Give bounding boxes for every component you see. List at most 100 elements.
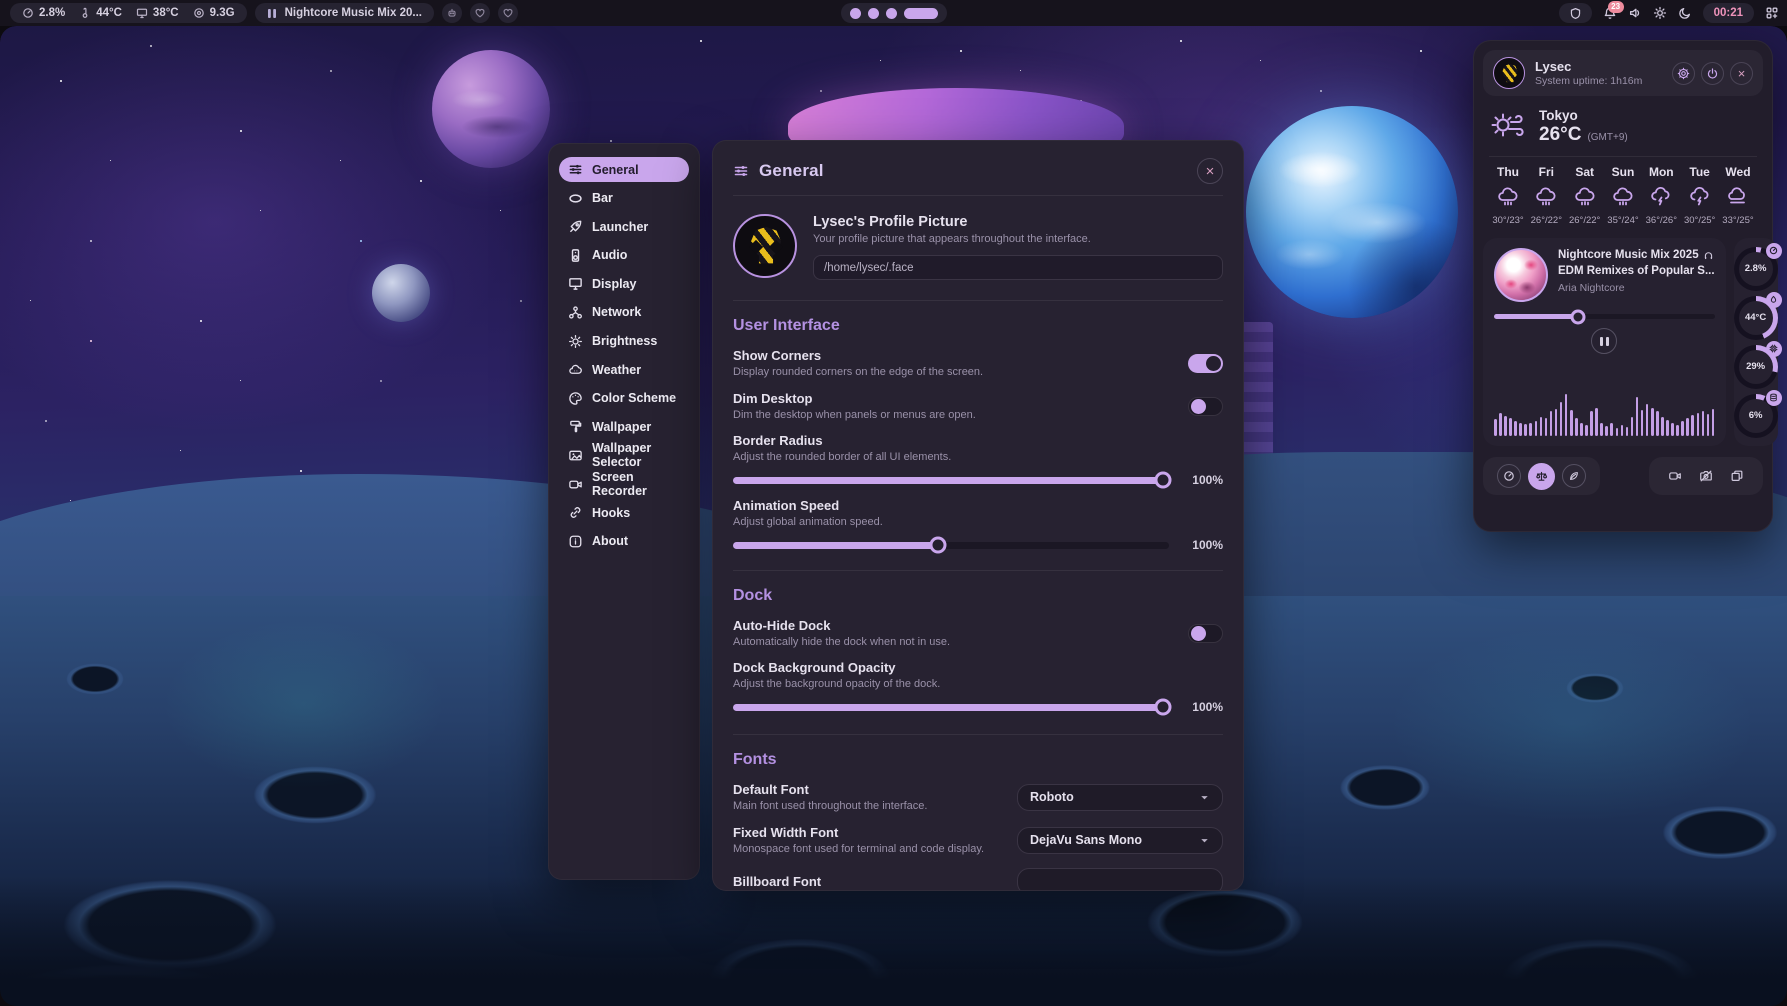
sidebar-item-screen-recorder[interactable]: Screen Recorder	[559, 472, 689, 497]
setting-row-border-radius: Border Radius Adjust the rounded border …	[733, 433, 1223, 463]
close-panel-button[interactable]: ×	[1730, 62, 1753, 85]
slider-knob[interactable]	[1570, 309, 1585, 324]
auto-hide-dock-toggle[interactable]	[1188, 624, 1223, 643]
pause-button[interactable]	[1591, 328, 1617, 354]
close-button[interactable]: ×	[1197, 158, 1223, 184]
sidebar-item-label: Hooks	[592, 506, 630, 520]
sidebar-item-color-scheme[interactable]: Color Scheme	[559, 386, 689, 411]
share-window-button[interactable]	[1725, 464, 1749, 488]
slider-fill	[733, 477, 1169, 484]
avatar[interactable]	[733, 214, 797, 278]
sidebar-item-hooks[interactable]: Hooks	[559, 500, 689, 525]
brightness-button[interactable]	[1653, 6, 1667, 20]
partial-font-select[interactable]	[1017, 868, 1223, 891]
pause-icon	[1606, 337, 1609, 346]
overview-button[interactable]	[1765, 6, 1779, 20]
visualizer-bar	[1535, 421, 1538, 436]
forecast-day-name: Fri	[1539, 165, 1554, 179]
workspace-active[interactable]	[904, 8, 938, 19]
vpn-button[interactable]	[1559, 3, 1592, 23]
favorite-button[interactable]	[470, 3, 490, 23]
divider	[733, 195, 1223, 196]
slider-knob[interactable]	[1155, 472, 1172, 489]
fog-cloud-icon	[1726, 186, 1750, 208]
sidebar-item-brightness[interactable]: Brightness	[559, 329, 689, 354]
sidebar-item-network[interactable]: Network	[559, 300, 689, 325]
slider-value: 100%	[1181, 473, 1223, 487]
power-button[interactable]	[1701, 62, 1724, 85]
visualizer-bar	[1697, 413, 1700, 436]
close-icon: ×	[1206, 163, 1215, 180]
bot-button[interactable]	[442, 3, 462, 23]
dim-desktop-toggle[interactable]	[1188, 397, 1223, 416]
workspace-dot[interactable]	[868, 8, 879, 19]
setting-row-default-font: Default Font Main font used throughout t…	[733, 782, 1223, 812]
setting-row-partial: Billboard Font	[733, 868, 1223, 891]
night-light-button[interactable]	[1678, 6, 1692, 20]
visualizer-bar	[1560, 402, 1563, 436]
rain-cloud-icon	[1534, 186, 1558, 208]
workspace-indicator	[841, 3, 947, 23]
setting-desc: Adjust global animation speed.	[733, 516, 883, 528]
forecast-day: Sun35°/24°	[1605, 165, 1641, 226]
track-progress-slider[interactable]	[1494, 314, 1715, 319]
clock[interactable]: 00:21	[1703, 3, 1754, 23]
sidebar-item-weather[interactable]: Weather	[559, 357, 689, 382]
performance-profile-button[interactable]	[1497, 464, 1521, 488]
forecast-day: Mon36°/26°	[1643, 165, 1679, 226]
visualizer-bar	[1691, 415, 1694, 436]
volume-button[interactable]	[1628, 6, 1642, 20]
gpu-temp-stat: 38°C	[136, 7, 179, 19]
setting-row-dock-opacity: Dock Background Opacity Adjust the backg…	[733, 660, 1223, 690]
sidebar-item-wallpaper[interactable]: Wallpaper	[559, 414, 689, 439]
like-button[interactable]	[498, 3, 518, 23]
sidebar-item-display[interactable]: Display	[559, 271, 689, 296]
sidebar-item-about[interactable]: About	[559, 529, 689, 554]
flame-icon	[1769, 295, 1778, 304]
weather-city: Tokyo	[1539, 108, 1628, 123]
dock-opacity-slider[interactable]	[733, 704, 1169, 711]
video-camera-icon	[568, 477, 583, 492]
balanced-profile-button[interactable]	[1528, 463, 1555, 490]
forecast-day: Thu30°/23°	[1490, 165, 1526, 226]
sidebar-item-label: Display	[592, 277, 636, 291]
sidebar-item-bar[interactable]: Bar	[559, 186, 689, 211]
sidebar-item-audio[interactable]: Audio	[559, 243, 689, 268]
visualizer-bar	[1509, 418, 1512, 436]
slider-knob[interactable]	[1155, 699, 1172, 716]
visualizer-bar	[1661, 417, 1664, 436]
profile-path-input[interactable]	[813, 255, 1223, 280]
border-radius-slider[interactable]	[733, 477, 1169, 484]
forecast-day-name: Thu	[1497, 165, 1519, 179]
visualizer-bar	[1707, 414, 1710, 436]
animation-speed-slider[interactable]	[733, 542, 1169, 549]
default-font-select[interactable]: Roboto	[1017, 784, 1223, 811]
screen-record-button[interactable]	[1663, 464, 1687, 488]
sidebar-item-label: Screen Recorder	[592, 470, 680, 498]
show-corners-toggle[interactable]	[1188, 354, 1223, 373]
visualizer-bar	[1616, 428, 1619, 436]
fixed-width-font-select[interactable]: DejaVu Sans Mono	[1017, 827, 1223, 854]
disk-icon	[1769, 393, 1778, 402]
camera-off-button[interactable]	[1694, 464, 1718, 488]
workspace-dot[interactable]	[850, 8, 861, 19]
shield-network-icon	[1569, 7, 1582, 20]
sidebar-item-launcher[interactable]: Launcher	[559, 214, 689, 239]
setting-label: Animation Speed	[733, 498, 883, 513]
bot-icon	[446, 7, 458, 19]
settings-button[interactable]	[1672, 62, 1695, 85]
setting-label: Fixed Width Font	[733, 825, 984, 840]
power-saver-profile-button[interactable]	[1562, 464, 1586, 488]
toggle-knob	[1191, 626, 1206, 641]
visualizer-bar	[1712, 409, 1715, 436]
sidebar-item-general[interactable]: General	[559, 157, 689, 182]
sidebar-item-label: Bar	[592, 191, 613, 205]
notifications-button[interactable]: 23	[1603, 6, 1617, 20]
media-label: Nightcore Music Mix 20...	[285, 7, 422, 19]
close-icon: ×	[1738, 66, 1746, 81]
slider-knob[interactable]	[929, 537, 946, 554]
workspace-dot[interactable]	[886, 8, 897, 19]
gauge-icon	[22, 7, 34, 19]
sidebar-item-wallpaper-selector[interactable]: Wallpaper Selector	[559, 443, 689, 468]
media-indicator[interactable]: Nightcore Music Mix 20...	[255, 3, 434, 23]
